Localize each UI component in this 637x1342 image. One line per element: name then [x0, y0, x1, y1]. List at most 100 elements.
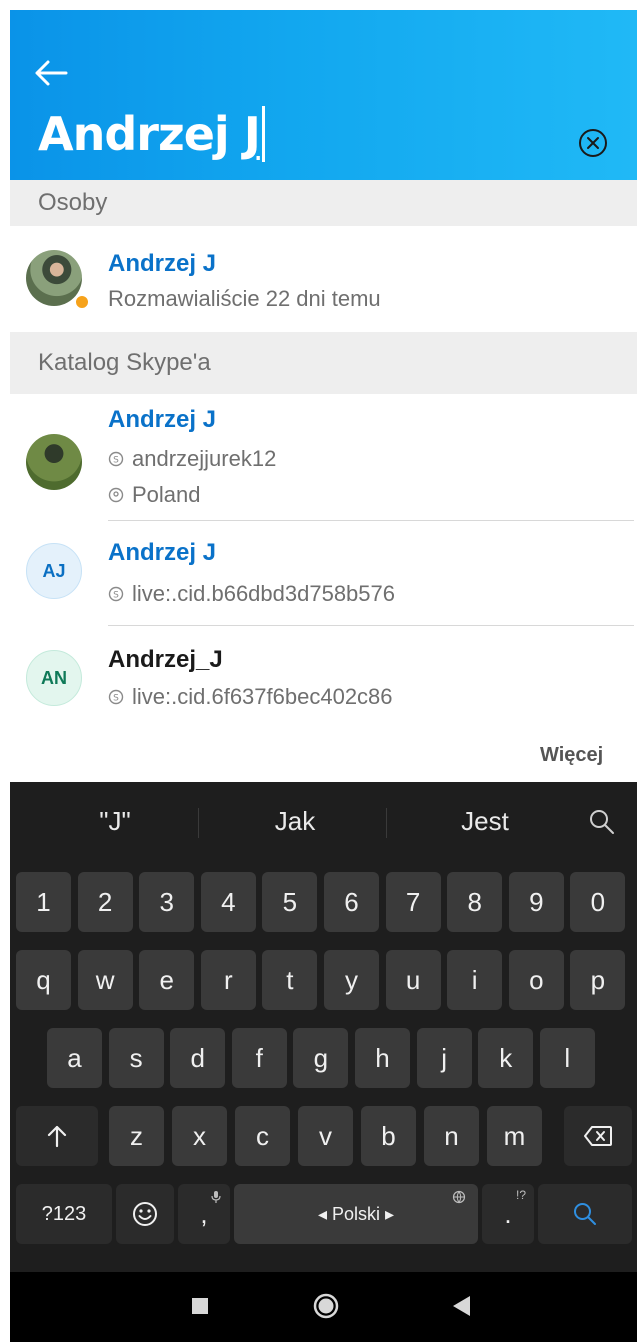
key[interactable]: 8 [447, 872, 503, 932]
key[interactable]: w [77, 950, 133, 1010]
key[interactable]: d [170, 1028, 226, 1088]
suggestion-item[interactable]: Jak [240, 806, 350, 837]
search-query-text: Andrzej [38, 107, 244, 161]
suggestion-item[interactable]: Jest [430, 806, 540, 837]
svg-text:S: S [113, 591, 119, 601]
skype-id: S andrzejjurek12 [108, 446, 276, 472]
recent-apps-icon[interactable] [190, 1296, 210, 1316]
symbols-key[interactable]: ?123 [16, 1184, 112, 1244]
search-action-key[interactable] [538, 1184, 632, 1244]
period-key-hint: !? [515, 1188, 526, 1202]
period-key[interactable]: . !? [482, 1184, 534, 1244]
section-title: Osoby [38, 189, 108, 216]
search-icon[interactable] [588, 808, 616, 836]
shift-key[interactable] [16, 1106, 98, 1166]
key[interactable]: e [139, 950, 195, 1010]
space-key[interactable]: ◂ Polski ▸ [234, 1184, 478, 1244]
skype-icon: S [108, 689, 124, 705]
avatar [26, 250, 82, 306]
key[interactable]: h [355, 1028, 410, 1088]
key[interactable]: f [231, 1028, 287, 1088]
suggestion-item[interactable]: "J" [60, 806, 170, 837]
skype-id: S live:.cid.6f637f6bec402c86 [108, 684, 393, 710]
skype-icon: S [108, 451, 124, 467]
back-icon[interactable] [450, 1294, 472, 1318]
key[interactable]: s [108, 1028, 164, 1088]
emoji-key[interactable] [116, 1184, 174, 1244]
contact-name: Andrzej J [108, 406, 217, 433]
key[interactable]: o [508, 950, 564, 1010]
key[interactable]: 5 [262, 872, 318, 932]
navigation-bar [10, 1272, 637, 1342]
contact-row[interactable]: Andrzej J Rozmawialiście 22 dni temu [10, 226, 637, 332]
key[interactable]: r [200, 950, 256, 1010]
key[interactable]: m [487, 1106, 542, 1166]
key[interactable]: y [324, 950, 379, 1010]
key[interactable]: j [416, 1028, 472, 1088]
location-pin-icon [108, 487, 124, 503]
section-header-people: Osoby [10, 180, 637, 226]
key[interactable]: a [47, 1028, 102, 1088]
suggestion-divider [386, 808, 387, 838]
key[interactable]: q [16, 950, 71, 1010]
key[interactable]: u [385, 950, 441, 1010]
key[interactable]: x [172, 1106, 227, 1166]
key[interactable]: 4 [200, 872, 256, 932]
contact-name: Andrzej_J [108, 646, 223, 673]
home-icon[interactable] [312, 1292, 340, 1320]
avatar [26, 434, 82, 490]
contact-last-chat: Rozmawialiście 22 dni temu [108, 286, 381, 311]
text-cursor [261, 106, 265, 162]
microphone-icon [211, 1191, 221, 1203]
backspace-icon [584, 1126, 612, 1146]
key[interactable]: k [478, 1028, 534, 1088]
key[interactable]: l [539, 1028, 595, 1088]
directory-row[interactable]: AJ Andrzej J S live:.cid.b66dbd3d758b576 [10, 521, 637, 625]
key[interactable]: 6 [324, 872, 379, 932]
svg-text:S: S [113, 456, 119, 466]
presence-away-icon [74, 294, 90, 310]
suggestion-bar: "J" Jak Jest [10, 782, 637, 864]
key[interactable]: n [424, 1106, 479, 1166]
key[interactable]: 1 [16, 872, 71, 932]
comma-key[interactable]: , [178, 1184, 230, 1244]
section-title: Katalog Skype'a [38, 349, 211, 376]
key[interactable]: i [447, 950, 503, 1010]
key[interactable]: b [361, 1106, 416, 1166]
key[interactable]: g [293, 1028, 349, 1088]
search-input[interactable]: Andrzej J [38, 106, 265, 162]
skype-id: S live:.cid.b66dbd3d758b576 [108, 581, 395, 607]
emoji-icon [133, 1202, 157, 1226]
search-header: Andrzej J [10, 10, 637, 180]
key[interactable]: v [298, 1106, 353, 1166]
key[interactable]: 3 [139, 872, 195, 932]
key[interactable]: p [570, 950, 626, 1010]
avatar: AJ [26, 543, 82, 599]
clear-circle-icon[interactable] [576, 126, 610, 160]
key[interactable]: 7 [385, 872, 441, 932]
svg-text:S: S [113, 694, 119, 704]
key[interactable]: c [235, 1106, 290, 1166]
key[interactable]: z [109, 1106, 164, 1166]
skype-icon: S [108, 586, 124, 602]
shift-icon [47, 1125, 67, 1148]
search-icon [574, 1203, 596, 1225]
contact-location: Poland [108, 482, 201, 508]
search-query-composing: J [243, 107, 261, 161]
directory-row[interactable]: Andrzej J S andrzejjurek12 Poland [10, 394, 637, 520]
more-results-link[interactable]: Więcej [540, 744, 603, 767]
key[interactable]: 0 [570, 872, 626, 932]
key[interactable]: 2 [77, 872, 133, 932]
avatar: AN [26, 650, 82, 706]
arrow-left-icon[interactable] [32, 58, 68, 88]
backspace-key[interactable] [564, 1106, 632, 1166]
section-header-directory: Katalog Skype'a [10, 332, 637, 394]
contact-name: Andrzej J [108, 539, 217, 566]
soft-keyboard: "J" Jak Jest ?123 , ◂ Polski ▸ . !? 1234… [10, 782, 637, 1272]
directory-row[interactable]: AN Andrzej_J S live:.cid.6f637f6bec402c8… [10, 626, 637, 726]
key[interactable]: 9 [508, 872, 564, 932]
suggestion-divider [198, 808, 199, 838]
globe-icon [452, 1190, 466, 1204]
contact-name: Andrzej J [108, 250, 217, 277]
key[interactable]: t [262, 950, 318, 1010]
